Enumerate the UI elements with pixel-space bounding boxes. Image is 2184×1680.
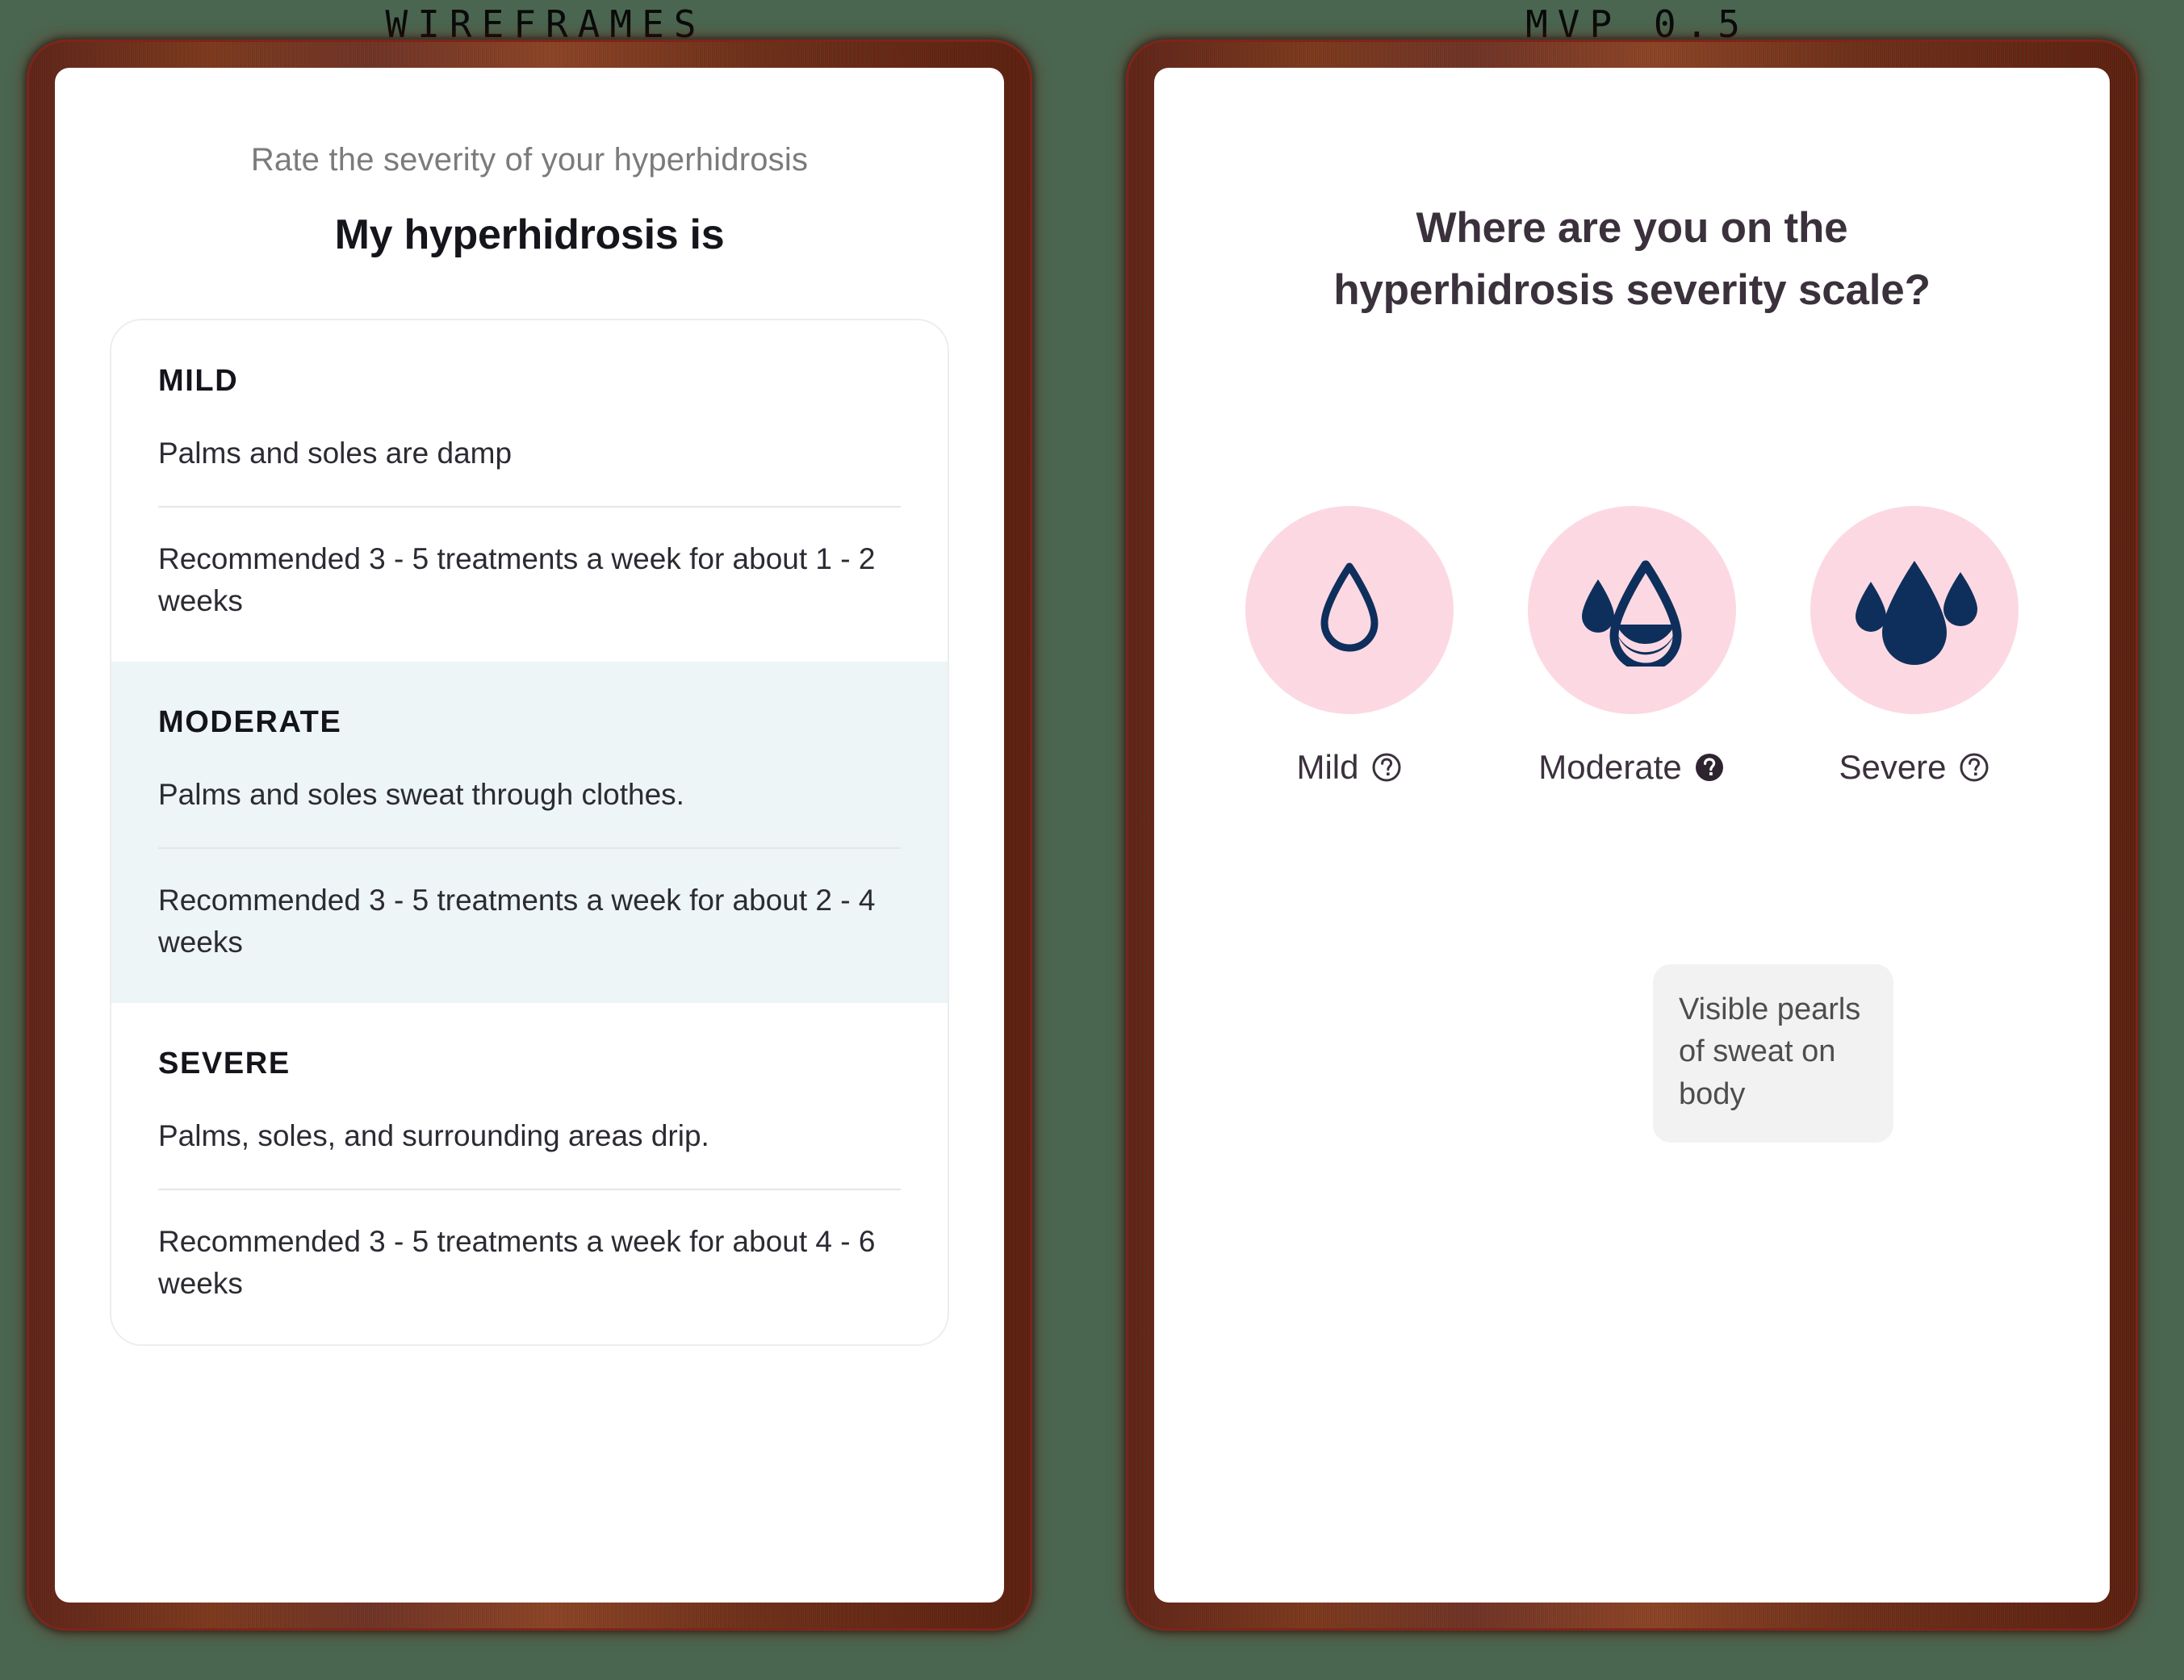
scale-label-text-severe: Severe <box>1839 747 1947 786</box>
severity-label-moderate: MODERATE <box>158 704 342 739</box>
screenshot-stage: WIREFRAMES MVP 0.5 Rate the severity of … <box>0 0 2184 1680</box>
screen-severity-list: Rate the severity of your hyperhidrosis … <box>55 68 1004 1603</box>
device-frame-right: Where are you on the hyperhidrosis sever… <box>1128 42 2136 1628</box>
scale-label-mild[interactable]: Mild <box>1296 748 1402 787</box>
divider <box>158 1188 901 1190</box>
eyebrow-text: Rate the severity of your hyperhidrosis <box>250 142 809 178</box>
help-circle-filled-icon[interactable] <box>1693 751 1726 784</box>
page-title: My hyperhidrosis is <box>334 211 725 258</box>
question-title-line-2: hyperhidrosis severity scale? <box>1333 266 1931 315</box>
question-title-line-1: Where are you on the <box>1416 204 1848 252</box>
device-frame-left: Rate the severity of your hyperhidrosis … <box>29 42 1030 1628</box>
mild-droplet-disc[interactable] <box>1245 505 1454 714</box>
severity-description-moderate: Palms and soles sweat through clothes. <box>158 777 684 811</box>
severity-scale-options: Mild Moderate Severe <box>1154 505 2110 787</box>
severe-droplet-disc[interactable] <box>1810 505 2019 714</box>
divider <box>158 846 901 849</box>
severity-description-mild: Palms and soles are damp <box>158 437 513 470</box>
help-circle-outline-icon[interactable] <box>1370 751 1403 784</box>
screen-severity-picker: Where are you on the hyperhidrosis sever… <box>1154 68 2110 1603</box>
severity-recommendation-moderate: Recommended 3 - 5 treatments a week for … <box>158 883 876 959</box>
severity-recommendation-severe: Recommended 3 - 5 treatments a week for … <box>158 1224 876 1301</box>
severity-recommendation-mild: Recommended 3 - 5 treatments a week for … <box>158 541 876 618</box>
scale-option-moderate[interactable]: Moderate <box>1511 505 1753 787</box>
one-droplet-outline-icon <box>1320 562 1379 652</box>
severity-label-severe: SEVERE <box>158 1046 291 1080</box>
moderate-tooltip: Visible pearls of sweat on body <box>1653 964 1893 1143</box>
severity-label-mild: MILD <box>158 364 239 398</box>
right-header: Where are you on the hyperhidrosis sever… <box>1154 68 2110 322</box>
scale-option-mild[interactable]: Mild <box>1228 505 1471 787</box>
scale-label-text-mild: Mild <box>1296 747 1359 786</box>
caption-wireframes: WIREFRAMES <box>385 2 706 46</box>
severity-card: MILD Palms and soles are damp Recommende… <box>110 319 949 1346</box>
caption-mvp: MVP 0.5 <box>1525 2 1750 46</box>
severity-option-moderate[interactable]: MODERATE Palms and soles sweat through c… <box>111 661 948 1003</box>
severity-description-severe: Palms, soles, and surrounding areas drip… <box>158 1118 709 1152</box>
two-droplets-icon <box>1582 560 1682 667</box>
three-droplets-icon <box>1856 560 1977 665</box>
scale-label-severe[interactable]: Severe <box>1839 748 1989 787</box>
scale-label-text-moderate: Moderate <box>1538 747 1682 786</box>
divider <box>158 505 901 508</box>
severity-option-mild[interactable]: MILD Palms and soles are damp Recommende… <box>111 320 948 662</box>
moderate-droplet-disc[interactable] <box>1528 505 1736 714</box>
scale-label-moderate[interactable]: Moderate <box>1538 748 1725 787</box>
severity-option-severe[interactable]: SEVERE Palms, soles, and surrounding are… <box>111 1003 948 1344</box>
help-circle-outline-icon[interactable] <box>1958 751 1990 784</box>
scale-option-severe[interactable]: Severe <box>1793 505 2035 787</box>
left-header: Rate the severity of your hyperhidrosis … <box>55 68 1004 259</box>
